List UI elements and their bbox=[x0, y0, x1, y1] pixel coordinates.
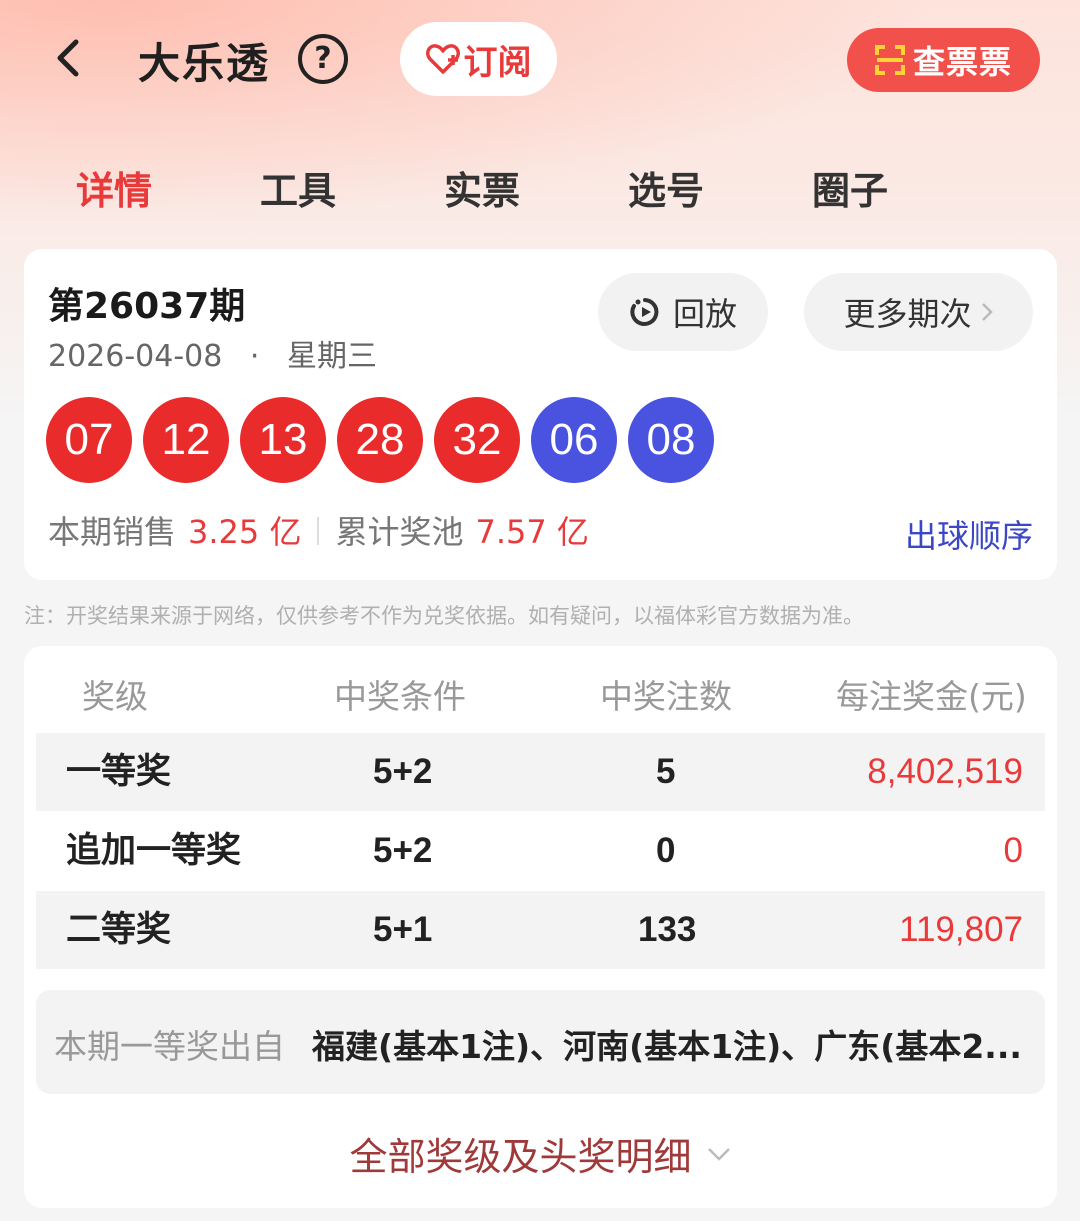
sales-label: 本期销售 bbox=[48, 513, 177, 551]
table-row: 二等奖 5+1 133 119,807 bbox=[36, 891, 1045, 969]
more-issues-button[interactable]: 更多期次 bbox=[804, 273, 1033, 351]
pool-value: 7.57 亿 bbox=[475, 513, 589, 551]
table-row: 追加一等奖 5+2 0 0 bbox=[36, 812, 1045, 890]
front-ball: 07 bbox=[46, 397, 132, 483]
sales-value: 3.25 亿 bbox=[188, 513, 302, 551]
header-level: 奖级 bbox=[82, 677, 148, 716]
sales-stats: 本期销售 3.25 亿 累计奖池 7.57 亿 bbox=[48, 507, 589, 555]
all-prize-details-link[interactable]: 全部奖级及头奖明细 bbox=[24, 1126, 1057, 1181]
pool-label: 累计奖池 bbox=[335, 513, 464, 551]
back-ball: 08 bbox=[628, 397, 714, 483]
draw-date: 2026-04-08 bbox=[48, 339, 223, 374]
header-amount: 每注奖金(元) bbox=[836, 677, 1027, 716]
help-icon[interactable]: ? bbox=[298, 34, 348, 84]
tab-pick-numbers[interactable]: 选号 bbox=[628, 160, 704, 215]
date-separator-dot: · bbox=[249, 339, 260, 374]
prize-amount: 119,807 bbox=[899, 910, 1023, 949]
draw-result-card: 第26037期 2026-04-08 · 星期三 回放 更多期次 07 12 1… bbox=[24, 249, 1057, 580]
back-arrow-icon[interactable] bbox=[50, 38, 90, 78]
prize-count: 0 bbox=[656, 831, 676, 870]
all-prize-details-label: 全部奖级及头奖明细 bbox=[349, 1135, 692, 1179]
draw-weekday: 星期三 bbox=[287, 339, 377, 374]
draw-date-line: 2026-04-08 · 星期三 bbox=[48, 331, 377, 375]
origin-label: 本期一等奖出自 bbox=[54, 1027, 285, 1066]
tab-details[interactable]: 详情 bbox=[76, 160, 152, 215]
tab-community[interactable]: 圈子 bbox=[812, 160, 888, 215]
check-ticket-label: 查票票 bbox=[912, 43, 1012, 81]
prize-level: 追加一等奖 bbox=[66, 831, 242, 871]
replay-label: 回放 bbox=[672, 295, 737, 333]
replay-icon bbox=[630, 298, 659, 326]
winning-numbers: 07 12 13 28 32 06 08 bbox=[46, 397, 714, 483]
subscribe-button[interactable]: 订阅 bbox=[400, 22, 557, 96]
chevron-right-icon bbox=[981, 303, 993, 321]
subscribe-label: 订阅 bbox=[463, 42, 532, 83]
prize-count: 5 bbox=[656, 752, 676, 791]
ball-order-link[interactable]: 出球顺序 bbox=[905, 511, 1033, 557]
prize-count: 133 bbox=[638, 910, 697, 949]
issue-number: 第26037期 bbox=[48, 286, 246, 327]
origin-value: 福建(基本1注)、河南(基本1注)、广东(基本2... bbox=[312, 1027, 1022, 1066]
prize-level: 一等奖 bbox=[66, 752, 172, 792]
front-ball: 13 bbox=[240, 397, 326, 483]
table-row: 一等奖 5+2 5 8,402,519 bbox=[36, 733, 1045, 811]
scan-icon bbox=[874, 45, 905, 75]
heart-plus-icon bbox=[425, 44, 460, 74]
first-prize-origin[interactable]: 本期一等奖出自 福建(基本1注)、河南(基本1注)、广东(基本2... bbox=[36, 990, 1045, 1094]
front-ball: 12 bbox=[143, 397, 229, 483]
prize-condition: 5+1 bbox=[373, 910, 433, 949]
prize-table-card: 奖级 中奖条件 中奖注数 每注奖金(元) 一等奖 5+2 5 8,402,519… bbox=[24, 646, 1057, 1208]
back-ball: 06 bbox=[531, 397, 617, 483]
header-count: 中奖注数 bbox=[600, 677, 732, 716]
disclaimer-note: 注：开奖结果来源于网络，仅供参考不作为兑奖依据。如有疑问，以福体彩官方数据为准。 bbox=[24, 604, 864, 628]
prize-condition: 5+2 bbox=[373, 831, 433, 870]
stats-divider bbox=[317, 517, 320, 545]
replay-button[interactable]: 回放 bbox=[598, 273, 768, 351]
check-ticket-button[interactable]: 查票票 bbox=[847, 28, 1040, 92]
prize-amount: 8,402,519 bbox=[867, 752, 1023, 791]
tab-tools[interactable]: 工具 bbox=[260, 160, 336, 215]
prize-amount: 0 bbox=[1003, 831, 1023, 870]
front-ball: 32 bbox=[434, 397, 520, 483]
app-header: 大乐透 ? 订阅 查票票 bbox=[0, 0, 1080, 120]
more-issues-label: 更多期次 bbox=[843, 295, 972, 333]
prize-level: 二等奖 bbox=[66, 910, 172, 950]
page-title: 大乐透 bbox=[138, 39, 271, 88]
prize-condition: 5+2 bbox=[373, 752, 433, 791]
chevron-down-icon bbox=[707, 1147, 730, 1161]
front-ball: 28 bbox=[337, 397, 423, 483]
tab-real-tickets[interactable]: 实票 bbox=[444, 160, 520, 215]
tab-bar: 详情 工具 实票 选号 圈子 bbox=[0, 160, 1080, 220]
header-condition: 中奖条件 bbox=[334, 677, 466, 716]
